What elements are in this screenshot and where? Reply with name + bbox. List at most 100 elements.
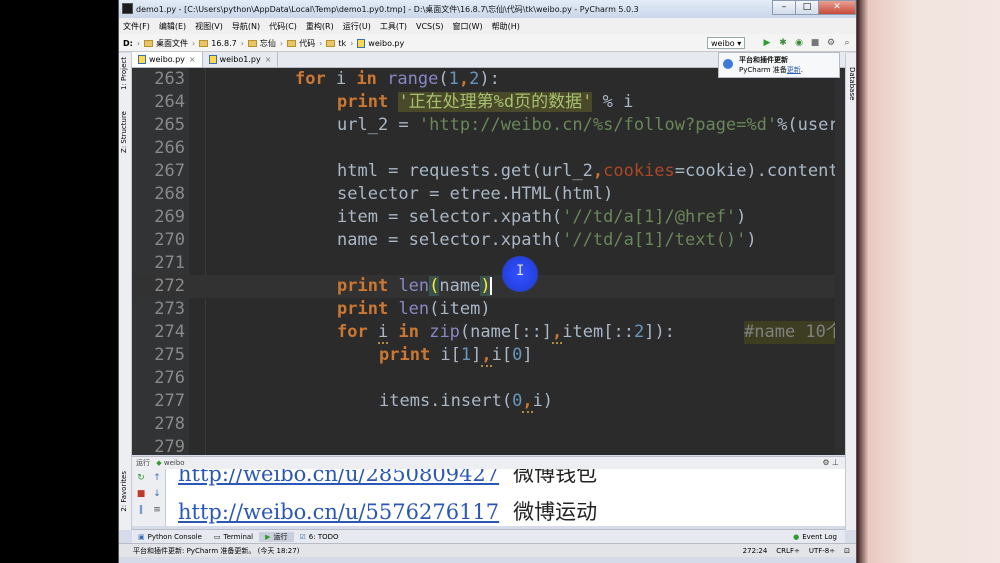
menu-navigate[interactable]: 导航(N) bbox=[232, 21, 260, 32]
breadcrumb-folder[interactable]: 16.8.7 bbox=[199, 39, 237, 48]
code-line: 265 url_2 = 'http://weibo.cn/%s/follow?pa… bbox=[154, 115, 845, 135]
tab-weibo1-py[interactable]: weibo1.py × bbox=[203, 52, 279, 67]
close-tab-icon[interactable]: × bbox=[265, 55, 272, 64]
status-bar: 平台和插件更新: PyCharm 准备更新。 (今天 18:27) 272:24… bbox=[119, 543, 856, 557]
code-line: 264 print '正在处理第%d页的数据' % i bbox=[154, 92, 634, 112]
breadcrumb-folder[interactable]: 桌面文件 bbox=[144, 38, 188, 49]
left-tool-strip: 1: Project Z: Structure 2: Favorites bbox=[119, 53, 132, 530]
breadcrumb: D: › 桌面文件 › 16.8.7 › 忘仙 › 代码 › tk › weibo.py bbox=[123, 38, 405, 49]
console-line: http://weibo.cn/u/5576276117 微博运动 bbox=[178, 500, 598, 524]
title-bar: demo1.py - [C:\Users\python\AppData\Loca… bbox=[119, 0, 856, 18]
debug-icon[interactable]: ✱ bbox=[777, 37, 789, 49]
notification-text: PyCharm 准备更新. bbox=[739, 66, 804, 74]
terminal-button[interactable]: ▭ Terminal bbox=[208, 533, 259, 541]
breadcrumb-folder[interactable]: 忘仙 bbox=[247, 38, 276, 49]
text-cursor-icon: I bbox=[516, 263, 525, 279]
menu-code[interactable]: 代码(C) bbox=[269, 21, 297, 32]
menu-help[interactable]: 帮助(H) bbox=[492, 21, 520, 32]
python-console-button[interactable]: ▣ Python Console bbox=[132, 533, 208, 541]
pycharm-window: demo1.py - [C:\Users\python\AppData\Loca… bbox=[118, 0, 857, 563]
code-line: 270 name = selector.xpath('//td/a[1]/text… bbox=[154, 230, 757, 250]
navigation-bar: D: › 桌面文件 › 16.8.7 › 忘仙 › 代码 › tk › weibo.py w… bbox=[119, 34, 856, 52]
pycharm-app-icon bbox=[122, 3, 133, 14]
menu-tools[interactable]: 工具(T) bbox=[380, 21, 407, 32]
menu-file[interactable]: 文件(F) bbox=[123, 21, 150, 32]
tab-weibo-py[interactable]: weibo.py × bbox=[132, 52, 203, 67]
update-link[interactable]: 更新 bbox=[787, 66, 801, 74]
console-line: http://weibo.cn/u/2850809427 微博钱包 bbox=[178, 469, 598, 486]
mouse-highlight: I bbox=[502, 256, 538, 292]
scroll-up-icon[interactable]: ↑ bbox=[152, 473, 162, 483]
window-title: demo1.py - [C:\Users\python\AppData\Loca… bbox=[136, 5, 639, 14]
python-file-icon bbox=[138, 55, 146, 64]
update-notification[interactable]: 平台和插件更新 PyCharm 准备更新. bbox=[718, 52, 840, 78]
folder-icon bbox=[287, 40, 297, 47]
settings-icon[interactable]: ⚙ bbox=[825, 37, 837, 49]
minimize-button[interactable]: – bbox=[772, 0, 796, 15]
python-file-icon bbox=[357, 39, 366, 48]
rerun-icon[interactable]: ↻ bbox=[136, 473, 146, 483]
database-tool-button[interactable]: Database bbox=[848, 67, 856, 100]
breadcrumb-folder[interactable]: 代码 bbox=[287, 38, 315, 49]
editor-scrollbar[interactable] bbox=[835, 68, 845, 455]
breadcrumb-folder[interactable]: tk bbox=[326, 39, 346, 48]
code-line: 277 items.insert(0,i) bbox=[154, 391, 554, 413]
run-configuration-select[interactable]: weibo ▾ bbox=[707, 37, 746, 49]
code-line: 274 for i in zip(name[::],item[::2]): #nam… bbox=[132, 321, 845, 344]
coverage-icon[interactable]: ◉ bbox=[793, 37, 805, 49]
right-tool-strip: Database bbox=[845, 53, 856, 530]
scroll-down-icon[interactable]: ↓ bbox=[152, 489, 162, 499]
code-line: 273 print len(item) bbox=[154, 299, 491, 319]
menu-bar: 文件(F) 编辑(E) 视图(V) 导航(N) 代码(C) 重构(R) 运行(U… bbox=[119, 18, 856, 34]
code-line: 276 bbox=[154, 368, 185, 388]
code-line: 267 html = requests.get(url_2,cookies=coo… bbox=[132, 160, 845, 183]
stop-icon[interactable]: ■ bbox=[809, 37, 821, 49]
folder-icon bbox=[326, 40, 336, 47]
code-line: 266 bbox=[154, 138, 185, 158]
python-file-icon bbox=[208, 55, 217, 64]
menu-run[interactable]: 运行(U) bbox=[343, 21, 371, 32]
python-console-icon: ▣ bbox=[138, 532, 145, 541]
caret-position[interactable]: 272:24 bbox=[743, 547, 768, 555]
code-editor[interactable]: 263 for i in range(1,2): 264 print '正在处理第%… bbox=[132, 68, 845, 455]
breadcrumb-file[interactable]: weibo.py bbox=[357, 39, 404, 48]
close-tab-icon[interactable]: × bbox=[189, 55, 196, 64]
close-button[interactable]: ✕ bbox=[818, 0, 856, 15]
structure-tool-button[interactable]: Z: Structure bbox=[120, 111, 128, 153]
menu-edit[interactable]: 编辑(E) bbox=[159, 21, 186, 32]
line-separator[interactable]: CRLF÷ bbox=[776, 547, 800, 555]
code-line: 269 item = selector.xpath('//td/a[1]/@hre… bbox=[154, 207, 747, 227]
wrap-icon[interactable]: ≡ bbox=[152, 505, 162, 515]
menu-view[interactable]: 视图(V) bbox=[195, 21, 223, 32]
file-encoding[interactable]: UTF-8÷ bbox=[809, 547, 835, 555]
run-panel-toolbar: ↻ ↑ ■ ↓ ‖ ≡ bbox=[132, 469, 166, 526]
favorites-tool-button[interactable]: 2: Favorites bbox=[120, 471, 128, 512]
menu-vcs[interactable]: VCS(S) bbox=[416, 22, 443, 31]
run-tool-button[interactable]: ▶ 运行 bbox=[259, 531, 294, 542]
event-log-icon: ● bbox=[793, 532, 800, 541]
project-tool-button[interactable]: 1: Project bbox=[120, 57, 128, 90]
run-toolbar: ▶ ✱ ◉ ■ ⚙ ⌕ bbox=[761, 37, 856, 49]
breadcrumb-drive[interactable]: D: bbox=[123, 39, 133, 48]
search-icon[interactable]: ⌕ bbox=[841, 37, 853, 49]
code-line: 275 print i[1],i[0] bbox=[154, 345, 533, 367]
status-message[interactable]: 平台和插件更新: PyCharm 准备更新。 (今天 18:27) bbox=[119, 546, 299, 556]
run-icon[interactable]: ▶ bbox=[761, 37, 773, 49]
run-panel-title: 运行 bbox=[136, 459, 150, 467]
todo-button[interactable]: ☑ 6: TODO bbox=[294, 533, 345, 541]
todo-icon: ☑ bbox=[299, 532, 306, 541]
event-log-button[interactable]: ● Event Log bbox=[787, 533, 845, 541]
folder-icon bbox=[247, 40, 257, 47]
menu-refactor[interactable]: 重构(R) bbox=[306, 21, 334, 32]
run-console-output[interactable]: http://weibo.cn/u/2850809427 微博钱包 http://… bbox=[166, 469, 845, 526]
bottom-tool-strip: ▣ Python Console ▭ Terminal ▶ 运行 ☑ 6: TODO ●… bbox=[132, 529, 845, 543]
lock-icon[interactable]: ⊡ bbox=[844, 547, 850, 555]
menu-window[interactable]: 窗口(W) bbox=[452, 21, 482, 32]
code-line: 279 bbox=[154, 437, 185, 455]
run-panel-config: weibo bbox=[163, 459, 185, 467]
panel-settings-icon[interactable]: ⚙ ⊥ bbox=[822, 457, 839, 469]
maximize-button[interactable]: □ bbox=[795, 0, 819, 15]
code-line: 268 selector = etree.HTML(html) bbox=[154, 184, 614, 204]
stop-run-icon[interactable]: ■ bbox=[136, 489, 146, 499]
pause-icon[interactable]: ‖ bbox=[136, 505, 146, 515]
